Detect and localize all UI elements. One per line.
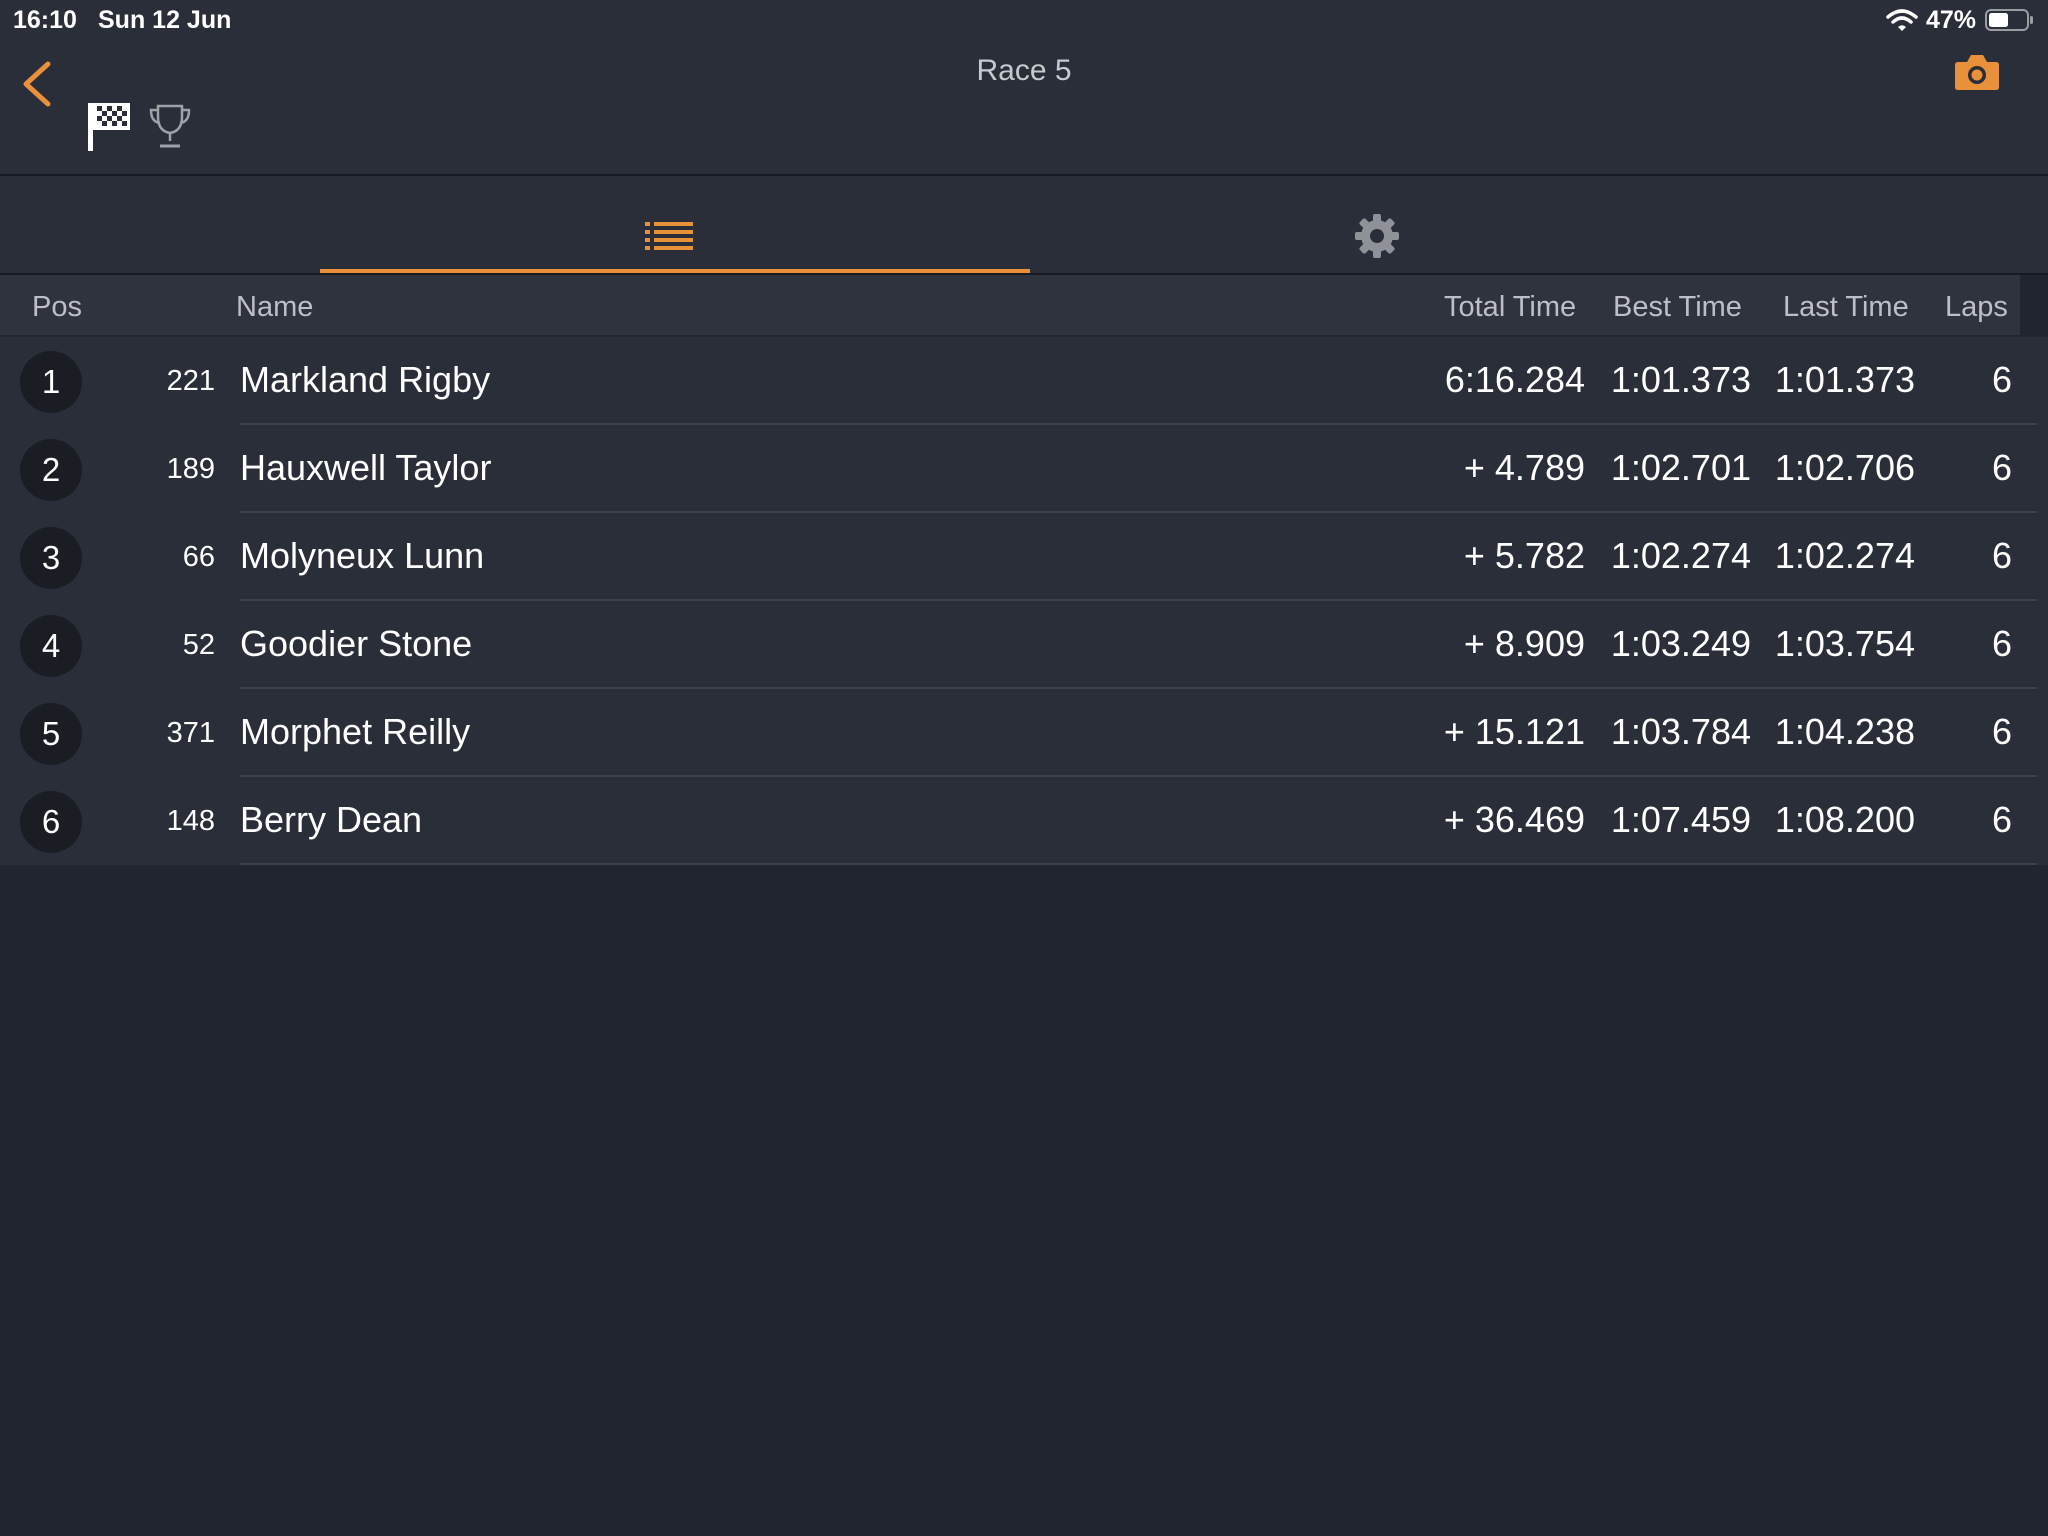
column-header-name[interactable]: Name [236, 291, 313, 324]
last-time: 1:03.754 [1774, 623, 1915, 664]
table-row[interactable]: 5 371 Morphet Reilly + 15.121 1:03.784 1:04.2… [0, 689, 2048, 777]
last-time: 1:02.274 [1774, 535, 1915, 576]
driver-name: Hauxwell Taylor [240, 447, 492, 488]
status-date: Sun 12 Jun [98, 6, 232, 34]
camera-icon [1955, 55, 1999, 90]
position-badge: 6 [20, 791, 82, 853]
trophy-icon[interactable] [148, 103, 192, 149]
gear-icon [1355, 214, 1399, 258]
column-header-last-time[interactable]: Last Time [1783, 291, 1909, 324]
kart-number: 189 [166, 453, 215, 485]
total-time: 6:16.284 [1444, 359, 1585, 400]
driver-name: Goodier Stone [240, 623, 473, 664]
position-badge: 5 [20, 703, 82, 765]
laps-count: 6 [1991, 623, 2012, 664]
results-table-header: Pos Name Total Time Best Time Last Time … [0, 275, 2020, 335]
battery-percentage: 47% [1926, 6, 1977, 34]
laps-count: 6 [1991, 711, 2012, 752]
kart-number: 148 [166, 805, 215, 837]
column-header-total-time[interactable]: Total Time [1444, 291, 1576, 324]
total-time: + 8.909 [1463, 623, 1585, 664]
best-time: 1:03.784 [1610, 711, 1751, 752]
table-row[interactable]: 1 221 Markland Rigby 6:16.284 1:01.373 1:01.3… [0, 337, 2048, 425]
battery-icon [1985, 9, 2033, 31]
total-time: + 5.782 [1463, 535, 1585, 576]
wifi-icon [1886, 9, 1918, 31]
last-time: 1:08.200 [1774, 799, 1915, 840]
tab-settings[interactable] [1030, 176, 1728, 273]
column-header-laps[interactable]: Laps [1945, 291, 2008, 324]
total-time: + 36.469 [1443, 799, 1585, 840]
laps-count: 6 [1991, 799, 2012, 840]
checkered-flag-icon [88, 103, 130, 151]
total-time: + 15.121 [1443, 711, 1585, 752]
laps-count: 6 [1991, 447, 2012, 488]
last-time: 1:04.238 [1774, 711, 1915, 752]
top-bar: 16:10 Sun 12 Jun 47% Race 5 [0, 0, 2048, 176]
best-time: 1:07.459 [1610, 799, 1751, 840]
driver-name: Berry Dean [240, 799, 423, 840]
list-icon [645, 222, 693, 250]
driver-name: Molyneux Lunn [240, 535, 485, 576]
driver-name: Morphet Reilly [240, 711, 471, 752]
driver-name: Markland Rigby [240, 359, 491, 400]
column-header-pos[interactable]: Pos [32, 291, 82, 324]
page-title: Race 5 [976, 54, 1072, 87]
camera-button[interactable] [1954, 52, 2000, 92]
best-time: 1:01.373 [1610, 359, 1751, 400]
best-time: 1:02.701 [1610, 447, 1751, 488]
position-badge: 1 [20, 351, 82, 413]
tab-bar [0, 176, 2048, 275]
kart-number: 66 [182, 541, 215, 573]
position-badge: 2 [20, 439, 82, 501]
last-time: 1:01.373 [1774, 359, 1915, 400]
laps-count: 6 [1991, 535, 2012, 576]
kart-number: 221 [166, 365, 215, 397]
status-time: 16:10 [13, 6, 77, 34]
position-badge: 4 [20, 615, 82, 677]
total-time: + 4.789 [1463, 447, 1585, 488]
table-row[interactable]: 2 189 Hauxwell Taylor + 4.789 1:02.701 1:02.7… [0, 425, 2048, 513]
last-time: 1:02.706 [1774, 447, 1915, 488]
tab-results-list[interactable] [320, 176, 1030, 273]
table-row[interactable]: 3 66 Molyneux Lunn + 5.782 1:02.274 1:02.274 6 [0, 513, 2048, 601]
table-row[interactable]: 4 52 Goodier Stone + 8.909 1:03.249 1:03.754 6 [0, 601, 2048, 689]
kart-number: 52 [182, 629, 215, 661]
position-badge: 3 [20, 527, 82, 589]
table-row[interactable]: 6 148 Berry Dean + 36.469 1:07.459 1:08.200 6 [0, 777, 2048, 865]
row-divider [240, 863, 2037, 865]
laps-count: 6 [1991, 359, 2012, 400]
best-time: 1:03.249 [1610, 623, 1751, 664]
column-header-best-time[interactable]: Best Time [1613, 291, 1742, 324]
best-time: 1:02.274 [1610, 535, 1751, 576]
kart-number: 371 [166, 717, 215, 749]
